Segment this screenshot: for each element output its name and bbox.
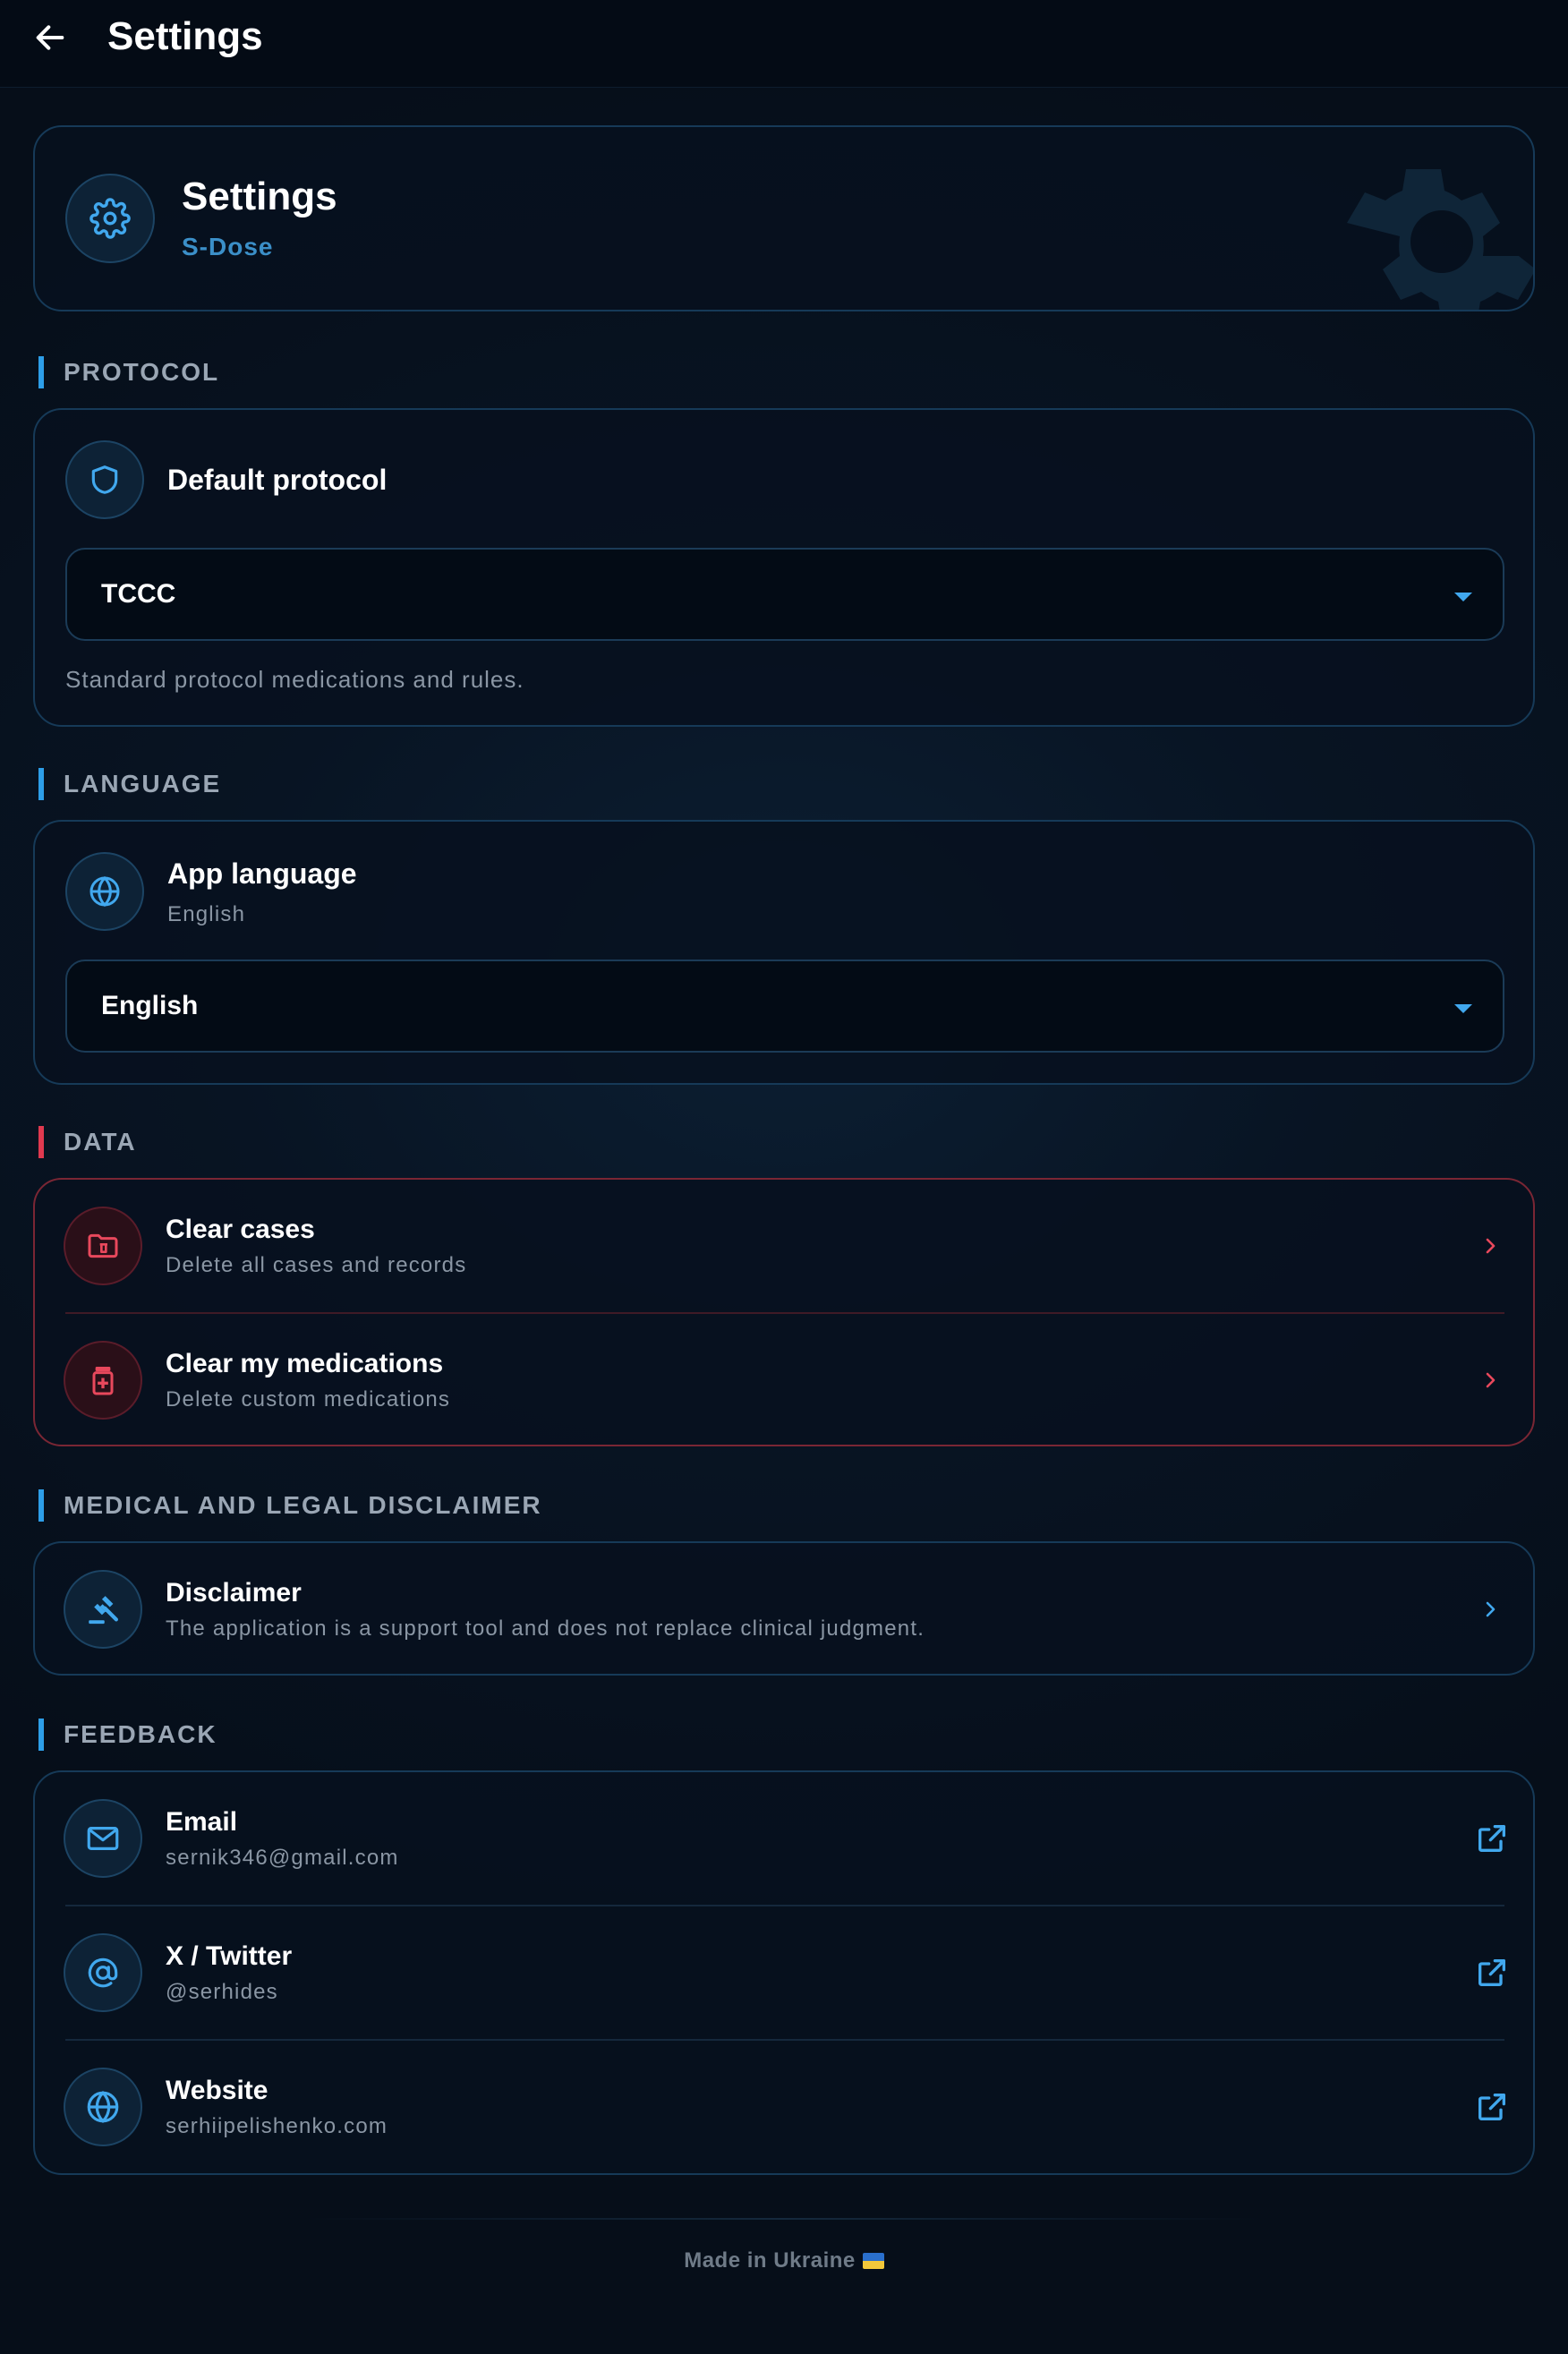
- chevron-right-icon: [1479, 1369, 1501, 1391]
- caret-down-icon: [1454, 1004, 1472, 1013]
- language-select[interactable]: English: [65, 960, 1504, 1053]
- gavel-icon: [89, 1596, 118, 1625]
- footer: Made in Ukraine: [0, 2248, 1568, 2273]
- chevron-right-icon: [1479, 1599, 1501, 1620]
- external-link-icon: [1479, 1959, 1505, 1986]
- disclaimer-icon-badge: [64, 1570, 142, 1649]
- email-title: Email: [166, 1807, 238, 1837]
- language-title: App language: [167, 857, 357, 890]
- section-label-language: LANGUAGE: [38, 768, 221, 800]
- mail-icon: [87, 1827, 119, 1850]
- section-label-feedback: FEEDBACK: [38, 1719, 217, 1751]
- app-bar: Settings: [0, 0, 1568, 88]
- protocol-title: Default protocol: [167, 464, 388, 496]
- disclaimer-subtitle: The application is a support tool and do…: [166, 1616, 925, 1641]
- disclaimer-title: Disclaimer: [166, 1578, 302, 1608]
- language-icon-badge: [65, 852, 144, 931]
- twitter-title: X / Twitter: [166, 1941, 293, 1971]
- external-link-icon: [1479, 1825, 1505, 1852]
- twitter-icon-badge: [64, 1933, 142, 2012]
- website-url: serhiipelishenko.com: [166, 2114, 388, 2138]
- hero-card: Settings S-Dose: [33, 125, 1535, 311]
- twitter-row[interactable]: X / Twitter @serhides: [35, 1906, 1533, 2039]
- medicine-bottle-icon: [92, 1367, 114, 1395]
- hero-subtitle: S-Dose: [182, 233, 274, 260]
- email-address: sernik346@gmail.com: [166, 1846, 399, 1870]
- data-card: Clear cases Delete all cases and records…: [33, 1178, 1535, 1446]
- disclaimer-card: Disclaimer The application is a support …: [33, 1541, 1535, 1676]
- clear-cases-title: Clear cases: [166, 1215, 315, 1244]
- ukraine-flag-icon: [862, 2253, 884, 2269]
- clear-medications-subtitle: Delete custom medications: [166, 1387, 451, 1412]
- gear-watermark-icon: [1347, 169, 1533, 310]
- website-title: Website: [166, 2076, 268, 2105]
- clear-cases-subtitle: Delete all cases and records: [166, 1253, 467, 1277]
- at-sign-icon: [88, 1957, 118, 1988]
- hero-title: Settings: [182, 175, 337, 218]
- protocol-select[interactable]: TCCC: [65, 548, 1504, 641]
- footer-text: Made in Ukraine: [684, 2248, 856, 2273]
- language-current: English: [167, 902, 246, 926]
- clear-medications-row[interactable]: Clear my medications Delete custom medic…: [35, 1314, 1533, 1446]
- email-icon-badge: [64, 1799, 142, 1878]
- email-row[interactable]: Email sernik346@gmail.com: [35, 1772, 1533, 1905]
- app-bar-title: Settings: [107, 14, 263, 58]
- language-select-value: English: [101, 991, 199, 1020]
- protocol-icon-badge: [65, 440, 144, 519]
- protocol-select-value: TCCC: [101, 579, 176, 609]
- back-button[interactable]: [27, 16, 73, 59]
- gear-icon: [89, 198, 131, 239]
- footer-divider: [304, 2218, 1264, 2220]
- clear-cases-icon-badge: [64, 1207, 142, 1285]
- feedback-card: Email sernik346@gmail.com X / Twitter @s…: [33, 1770, 1535, 2175]
- clear-medications-title: Clear my medications: [166, 1349, 444, 1378]
- protocol-card: Default protocol TCCC Standard protocol …: [33, 408, 1535, 727]
- clear-medications-icon-badge: [64, 1341, 142, 1420]
- website-icon-badge: [64, 2068, 142, 2146]
- language-card: App language English English: [33, 820, 1535, 1085]
- clear-cases-row[interactable]: Clear cases Delete all cases and records: [35, 1180, 1533, 1312]
- section-label-disclaimer: MEDICAL AND LEGAL DISCLAIMER: [38, 1489, 542, 1522]
- twitter-handle: @serhides: [166, 1980, 278, 2004]
- shield-icon: [91, 465, 118, 494]
- section-label-protocol: PROTOCOL: [38, 356, 219, 388]
- protocol-description: Standard protocol medications and rules.: [65, 666, 524, 693]
- settings-icon-badge: [65, 174, 155, 263]
- website-row[interactable]: Website serhiipelishenko.com: [35, 2041, 1533, 2173]
- globe-icon: [87, 2091, 119, 2123]
- arrow-left-icon: [36, 25, 64, 50]
- globe-icon: [89, 875, 120, 908]
- folder-delete-icon: [88, 1233, 118, 1258]
- chevron-right-icon: [1479, 1235, 1501, 1257]
- section-label-data: DATA: [38, 1126, 137, 1158]
- disclaimer-row[interactable]: Disclaimer The application is a support …: [35, 1543, 1533, 1674]
- caret-down-icon: [1454, 593, 1472, 601]
- external-link-icon: [1479, 2094, 1505, 2120]
